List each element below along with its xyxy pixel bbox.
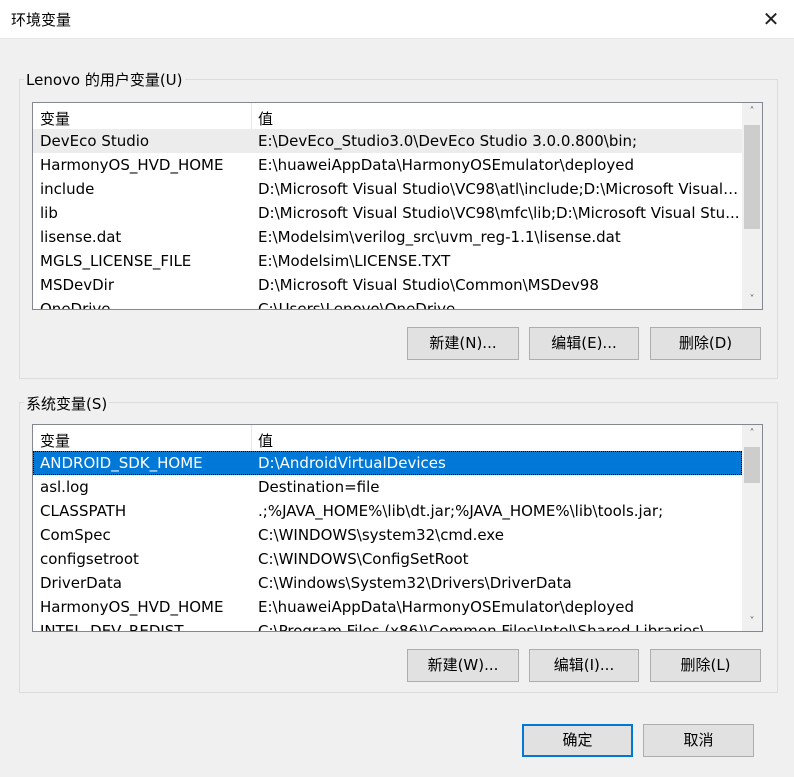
scrollbar-thumb[interactable] <box>744 125 760 229</box>
system-variables-list[interactable]: 变量 值 ANDROID_SDK_HOME D:\AndroidVirtualDe… <box>32 424 763 632</box>
table-row[interactable]: OneDrive C:\Users\Lenovo\OneDrive <box>33 297 742 309</box>
variable-name: lib <box>40 204 58 222</box>
ok-button[interactable]: 确定 <box>522 724 633 757</box>
button-label: 删除(D) <box>678 334 733 352</box>
column-header-value[interactable]: 值 <box>258 430 273 451</box>
button-label: 新建(N)... <box>429 334 497 352</box>
variable-name: DevEco Studio <box>40 132 150 150</box>
variable-name: OneDrive <box>40 300 111 309</box>
user-variables-list[interactable]: 变量 值 DevEco Studio E:\DevEco_Studio3.0\De… <box>32 102 763 310</box>
table-row[interactable]: asl.log Destination=file <box>33 475 742 499</box>
list-header: 变量 值 <box>33 425 742 452</box>
system-edit-button[interactable]: 编辑(I)... <box>529 649 639 682</box>
user-variables-label: Lenovo 的用户变量(U) <box>24 69 185 90</box>
vertical-scrollbar[interactable]: ˄ ˅ <box>742 425 762 631</box>
variable-name: MSDevDir <box>40 276 115 294</box>
table-row[interactable]: lib D:\Microsoft Visual Studio\VC98\mfc\l… <box>33 201 742 225</box>
system-variables-label: 系统变量(S) <box>24 393 110 414</box>
column-divider[interactable] <box>251 425 252 451</box>
variable-value: E:\Modelsim\LICENSE.TXT <box>258 252 451 270</box>
variable-value: E:\huaweiAppData\HarmonyOSEmulator\deplo… <box>258 156 634 174</box>
variable-value: C:\Program Files (x86)\Common Files\Inte… <box>258 622 706 631</box>
system-delete-button[interactable]: 删除(L) <box>650 649 761 682</box>
variable-value: E:\huaweiAppData\HarmonyOSEmulator\deplo… <box>258 598 634 616</box>
close-icon[interactable]: ✕ <box>748 0 794 38</box>
variable-value: D:\AndroidVirtualDevices <box>258 454 446 472</box>
button-label: 编辑(I)... <box>553 656 615 674</box>
button-label: 取消 <box>683 731 714 749</box>
user-new-button[interactable]: 新建(N)... <box>407 327 519 360</box>
column-divider[interactable] <box>251 103 252 129</box>
window-title: 环境变量 <box>11 11 72 29</box>
scroll-down-icon[interactable]: ˅ <box>742 291 762 309</box>
button-label: 新建(W)... <box>427 656 499 674</box>
table-row[interactable]: HarmonyOS_HVD_HOME E:\huaweiAppData\Harmo… <box>33 153 742 177</box>
variable-name: asl.log <box>40 478 89 496</box>
table-row[interactable]: include D:\Microsoft Visual Studio\VC98\a… <box>33 177 742 201</box>
variable-value: E:\Modelsim\verilog_src\uvm_reg-1.1\lise… <box>258 228 621 246</box>
variable-value: C:\WINDOWS\system32\cmd.exe <box>258 526 504 544</box>
vertical-scrollbar[interactable]: ˄ ˅ <box>742 103 762 309</box>
table-row[interactable]: DriverData C:\Windows\System32\Drivers\Dr… <box>33 571 742 595</box>
user-variables-rows: DevEco Studio E:\DevEco_Studio3.0\DevEco … <box>33 129 742 309</box>
system-variables-rows: ANDROID_SDK_HOME D:\AndroidVirtualDevices… <box>33 451 742 631</box>
variable-name: HarmonyOS_HVD_HOME <box>40 598 224 616</box>
variable-name: lisense.dat <box>40 228 122 246</box>
scroll-up-icon[interactable]: ˄ <box>742 103 762 121</box>
table-row[interactable]: lisense.dat E:\Modelsim\verilog_src\uvm_r… <box>33 225 742 249</box>
variable-name: HarmonyOS_HVD_HOME <box>40 156 224 174</box>
variable-name: MGLS_LICENSE_FILE <box>40 252 192 270</box>
variable-name: include <box>40 180 95 198</box>
system-new-button[interactable]: 新建(W)... <box>407 649 519 682</box>
column-header-value[interactable]: 值 <box>258 108 273 129</box>
scroll-up-icon[interactable]: ˄ <box>742 425 762 443</box>
button-label: 确定 <box>562 731 593 749</box>
cancel-button[interactable]: 取消 <box>643 724 754 757</box>
variable-value: .;%JAVA_HOME%\lib\dt.jar;%JAVA_HOME%\lib… <box>258 502 664 520</box>
variable-value: D:\Microsoft Visual Studio\VC98\atl\incl… <box>258 180 740 198</box>
variable-name: CLASSPATH <box>40 502 127 520</box>
column-header-name[interactable]: 变量 <box>40 430 70 451</box>
variable-name: INTEL_DEV_REDIST <box>40 622 184 631</box>
variable-name: configsetroot <box>40 550 139 568</box>
scroll-down-icon[interactable]: ˅ <box>742 613 762 631</box>
table-row[interactable]: HarmonyOS_HVD_HOME E:\huaweiAppData\Harmo… <box>33 595 742 619</box>
variable-value: D:\Microsoft Visual Studio\Common\MSDev9… <box>258 276 599 294</box>
variable-name: DriverData <box>40 574 122 592</box>
table-row[interactable]: configsetroot C:\WINDOWS\ConfigSetRoot <box>33 547 742 571</box>
variable-value: C:\Users\Lenovo\OneDrive <box>258 300 456 309</box>
variable-value: Destination=file <box>258 478 380 496</box>
table-row[interactable]: ComSpec C:\WINDOWS\system32\cmd.exe <box>33 523 742 547</box>
scrollbar-thumb[interactable] <box>744 447 760 483</box>
table-row[interactable]: MGLS_LICENSE_FILE E:\Modelsim\LICENSE.TXT <box>33 249 742 273</box>
variable-name: ComSpec <box>40 526 111 544</box>
title-bar: 环境变量 ✕ <box>0 0 794 39</box>
button-label: 删除(L) <box>680 656 731 674</box>
table-row[interactable]: ANDROID_SDK_HOME D:\AndroidVirtualDevices <box>33 451 742 475</box>
table-row[interactable]: MSDevDir D:\Microsoft Visual Studio\Commo… <box>33 273 742 297</box>
variable-value: D:\Microsoft Visual Studio\VC98\mfc\lib;… <box>258 204 740 222</box>
variable-value: C:\Windows\System32\Drivers\DriverData <box>258 574 572 592</box>
variable-value: E:\DevEco_Studio3.0\DevEco Studio 3.0.0.… <box>258 132 638 150</box>
variable-value: C:\WINDOWS\ConfigSetRoot <box>258 550 469 568</box>
table-row[interactable]: DevEco Studio E:\DevEco_Studio3.0\DevEco … <box>33 129 742 153</box>
user-edit-button[interactable]: 编辑(E)... <box>529 327 639 360</box>
column-header-name[interactable]: 变量 <box>40 108 70 129</box>
user-delete-button[interactable]: 删除(D) <box>650 327 761 360</box>
table-row[interactable]: INTEL_DEV_REDIST C:\Program Files (x86)\C… <box>33 619 742 631</box>
list-header: 变量 值 <box>33 103 742 130</box>
button-label: 编辑(E)... <box>551 334 617 352</box>
table-row[interactable]: CLASSPATH .;%JAVA_HOME%\lib\dt.jar;%JAVA_… <box>33 499 742 523</box>
variable-name: ANDROID_SDK_HOME <box>40 454 203 472</box>
